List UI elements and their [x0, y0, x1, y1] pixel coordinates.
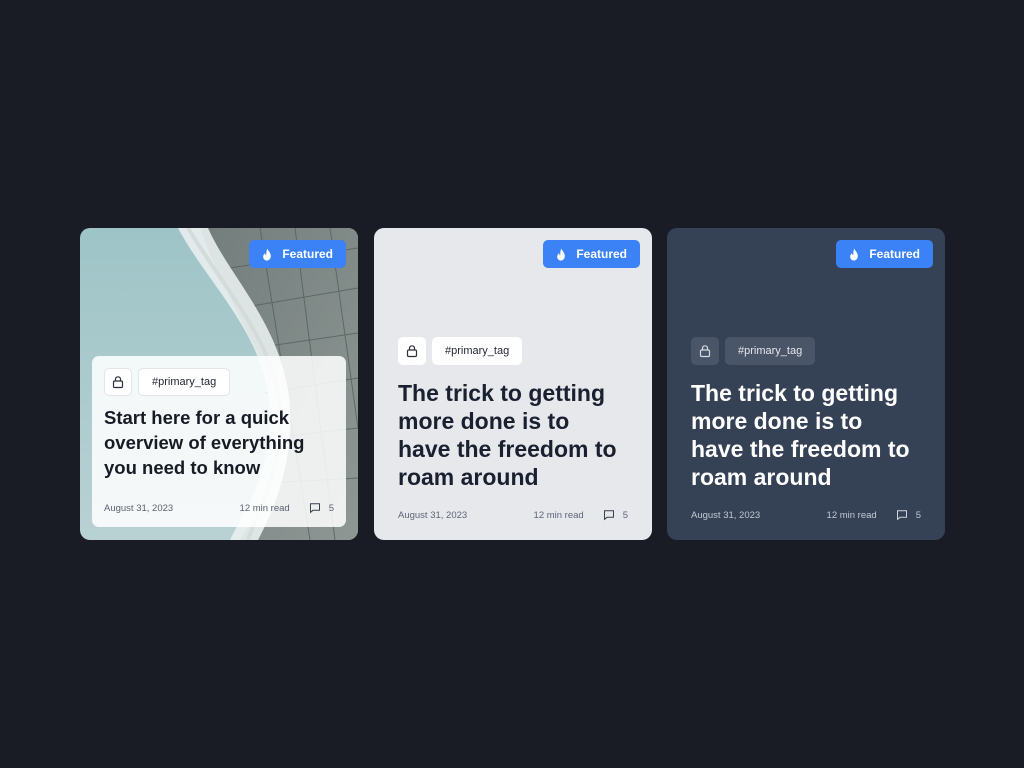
post-title[interactable]: The trick to getting more done is to hav…	[398, 379, 628, 491]
post-card-dark[interactable]: Featured #primary_tag The trick to getti…	[667, 228, 945, 540]
flame-icon	[261, 248, 273, 261]
comment-count: 5	[915, 509, 921, 521]
comment-count: 5	[622, 509, 628, 521]
post-meta: August 31, 2023 12 min read 5	[691, 509, 921, 521]
featured-label: Featured	[869, 247, 920, 261]
comment-icon	[309, 503, 320, 514]
featured-label: Featured	[576, 247, 627, 261]
featured-badge[interactable]: Featured	[249, 240, 346, 268]
lock-icon	[398, 337, 426, 365]
post-title[interactable]: The trick to getting more done is to hav…	[691, 379, 921, 491]
lock-icon	[104, 368, 132, 396]
post-title[interactable]: Start here for a quick overview of every…	[104, 405, 334, 480]
comment-count: 5	[328, 502, 334, 514]
post-date: August 31, 2023	[398, 509, 468, 521]
read-time: 12 min read	[826, 509, 877, 521]
post-date: August 31, 2023	[104, 502, 174, 514]
lock-icon	[691, 337, 719, 365]
card-tags: #primary_tag	[104, 368, 334, 396]
comments-link[interactable]: 5	[309, 502, 334, 514]
flame-icon	[848, 248, 860, 261]
primary-tag[interactable]: #primary_tag	[725, 337, 816, 365]
flame-icon	[555, 248, 567, 261]
comment-icon	[603, 510, 614, 521]
card-tags: #primary_tag	[398, 337, 628, 365]
post-meta: August 31, 2023 12 min read 5	[104, 502, 334, 514]
read-time: 12 min read	[239, 502, 290, 514]
post-card-image[interactable]: Featured #primary_tag Start here for a q…	[80, 228, 358, 540]
primary-tag[interactable]: #primary_tag	[138, 368, 231, 396]
post-date: August 31, 2023	[691, 509, 761, 521]
card-tags: #primary_tag	[691, 337, 921, 365]
post-meta: August 31, 2023 12 min read 5	[398, 509, 628, 521]
featured-label: Featured	[282, 247, 333, 261]
card-body: #primary_tag The trick to getting more d…	[398, 337, 628, 491]
post-card-light[interactable]: Featured #primary_tag The trick to getti…	[374, 228, 652, 540]
comments-link[interactable]: 5	[603, 509, 628, 521]
featured-badge[interactable]: Featured	[543, 240, 640, 268]
card-body: #primary_tag The trick to getting more d…	[691, 337, 921, 491]
read-time: 12 min read	[533, 509, 584, 521]
primary-tag[interactable]: #primary_tag	[432, 337, 523, 365]
card-content-panel: #primary_tag Start here for a quick over…	[92, 356, 346, 527]
comments-link[interactable]: 5	[896, 509, 921, 521]
featured-badge[interactable]: Featured	[836, 240, 933, 268]
comment-icon	[896, 510, 907, 521]
